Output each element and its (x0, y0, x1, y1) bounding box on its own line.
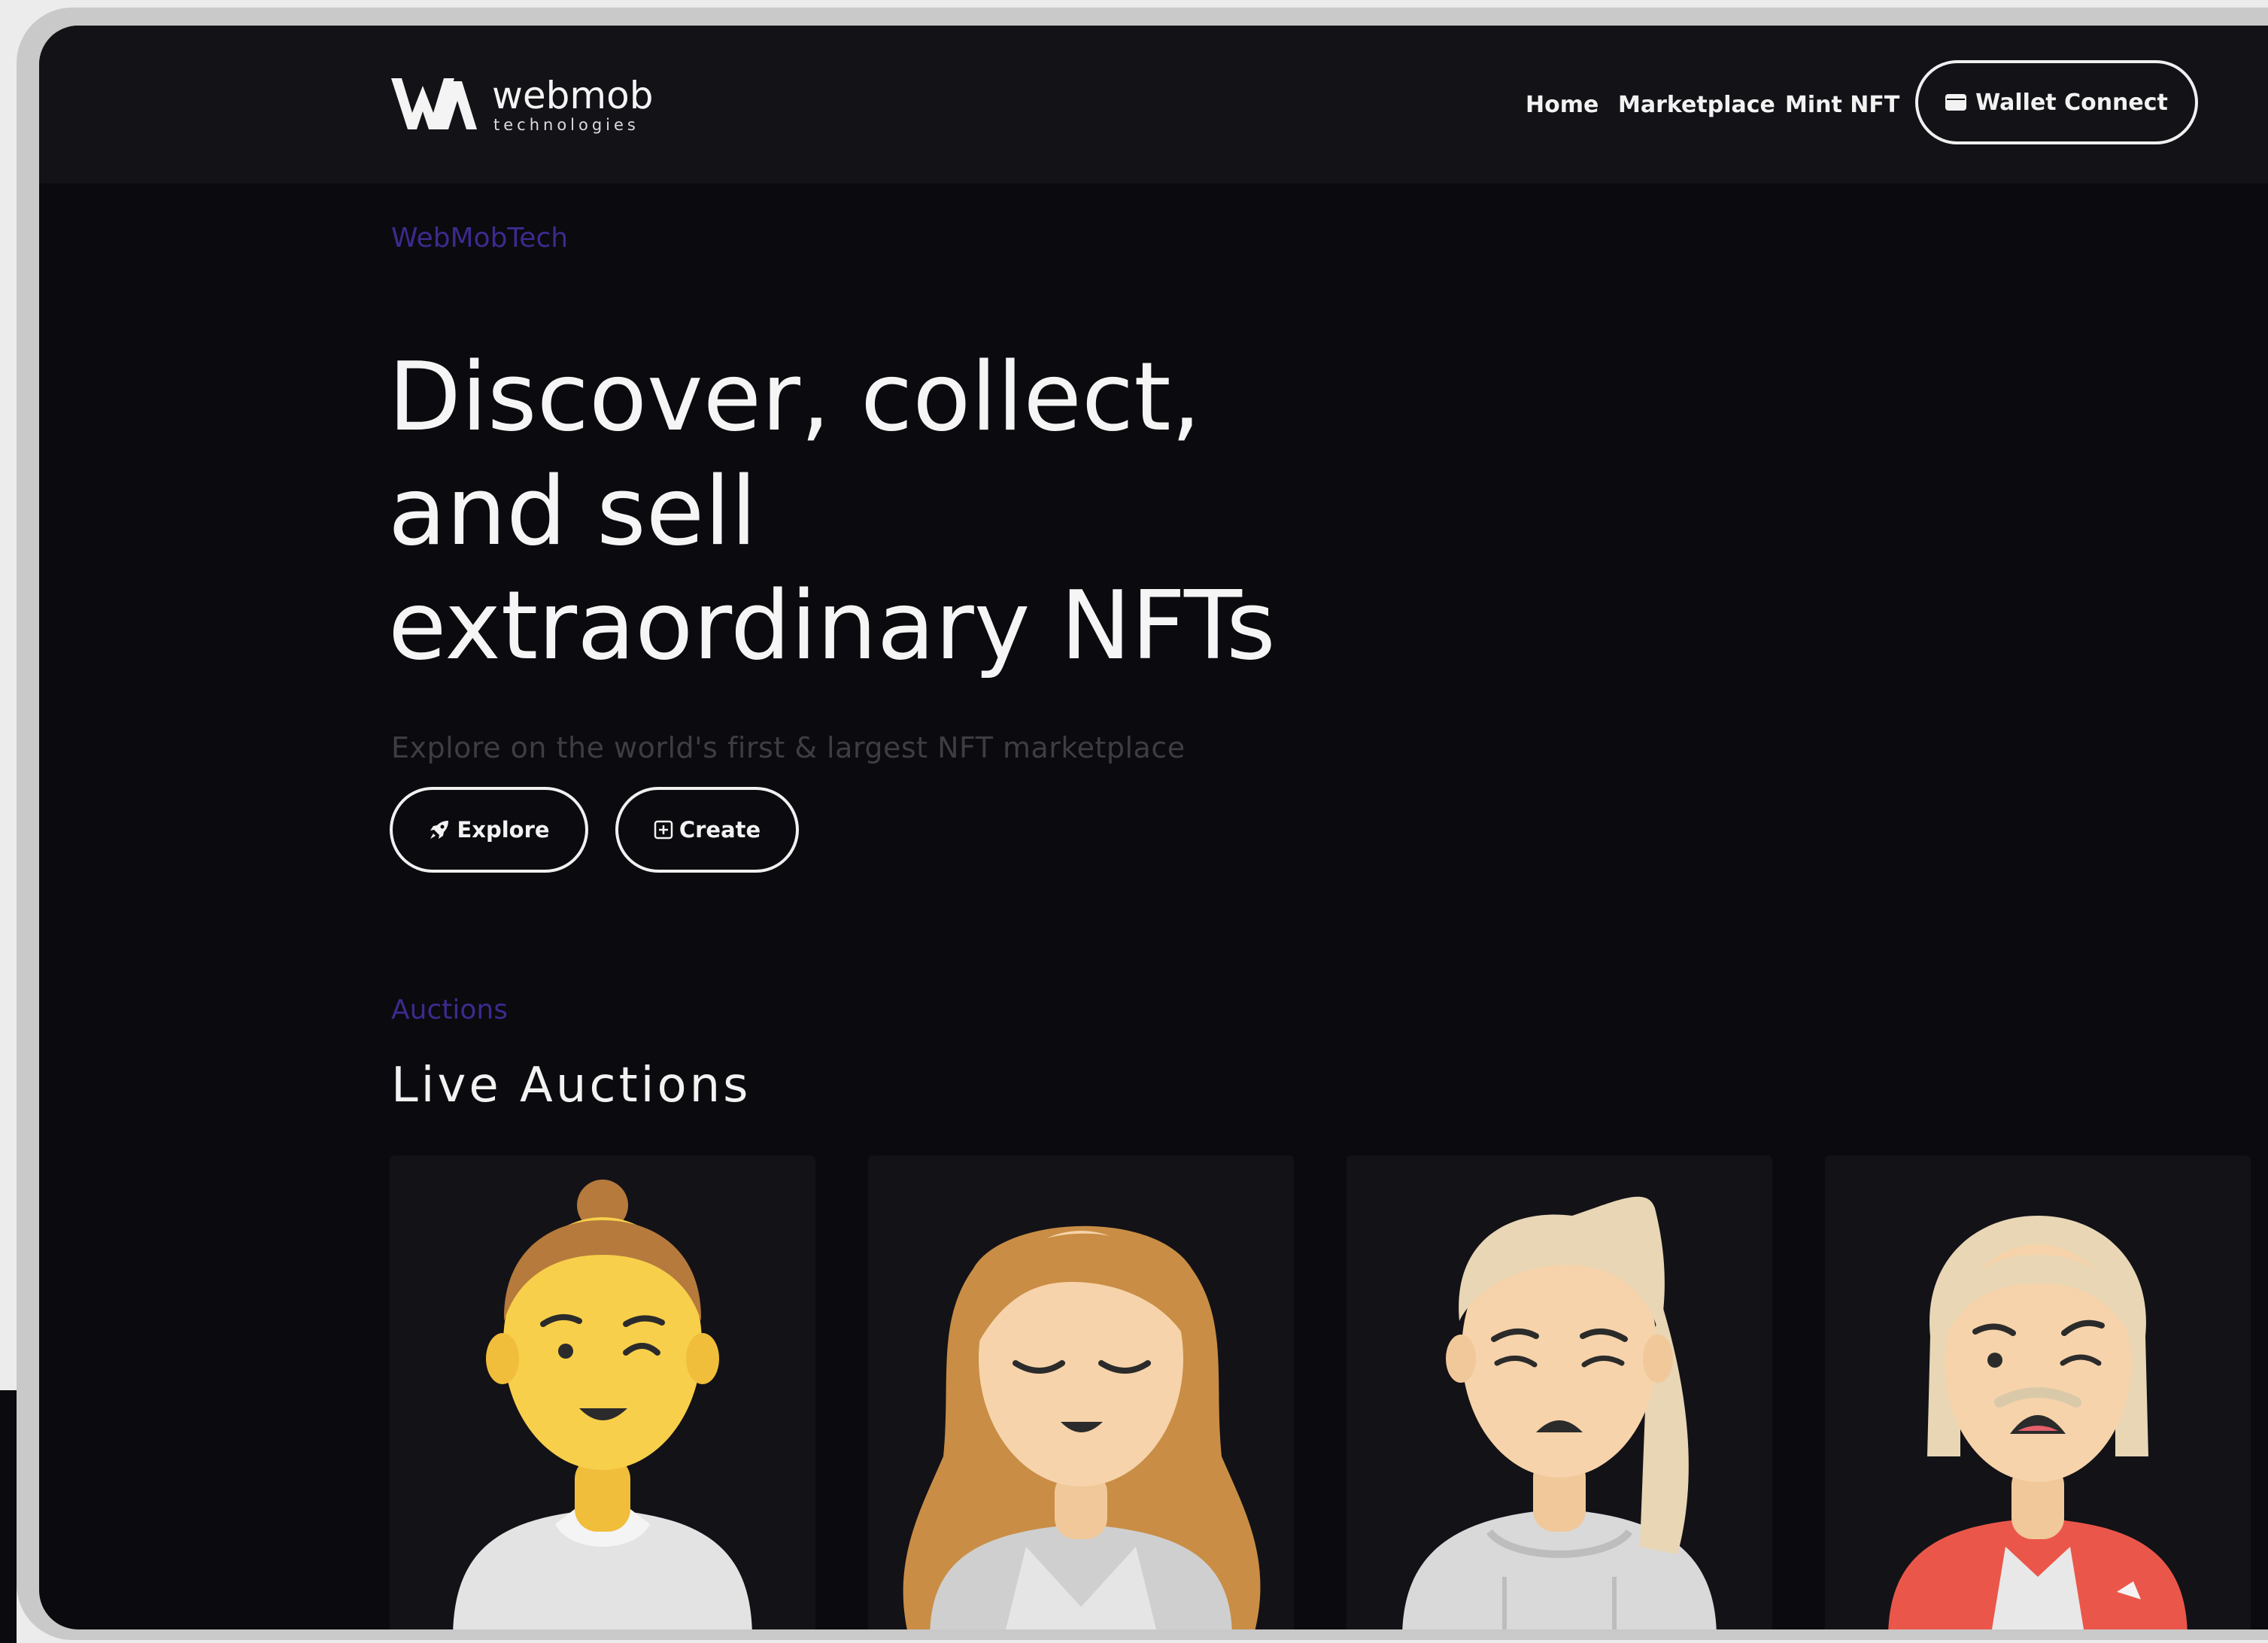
auction-card[interactable] (1825, 1156, 2251, 1629)
auctions-eyebrow: Auctions (391, 995, 508, 1025)
webmob-logo-icon (391, 78, 477, 129)
hero-title: Discover, collect, and sell extraordinar… (388, 340, 1441, 683)
explore-button[interactable]: Explore (390, 787, 588, 873)
wallet-icon (1945, 94, 1967, 111)
hero-title-line-2: and sell (388, 456, 758, 566)
explore-label: Explore (457, 817, 550, 843)
navbar: webmob technologies Home Marketplace Min… (39, 26, 2268, 184)
hero-subtitle: Explore on the world's first & largest N… (391, 731, 1186, 764)
nav-home-link[interactable]: Home (1526, 92, 1599, 118)
plus-square-icon (654, 820, 673, 840)
calm-avatar-icon (903, 1225, 1261, 1629)
winking-avatar-icon (453, 1180, 752, 1629)
brand-name: webmob (492, 74, 654, 117)
auction-card[interactable] (1347, 1156, 1772, 1629)
brand-logo[interactable]: webmob technologies (391, 71, 653, 138)
create-label: Create (679, 817, 761, 843)
brand-wordmark: webmob technologies (492, 75, 653, 134)
brand-tagline: technologies (493, 116, 639, 134)
hero-eyebrow: WebMobTech (391, 223, 569, 254)
live-auctions-title: Live Auctions (391, 1058, 751, 1113)
wallet-connect-label: Wallet Connect (1975, 89, 2168, 116)
create-button[interactable]: Create (615, 787, 799, 873)
wallet-connect-button[interactable]: Wallet Connect (1915, 60, 2198, 144)
auction-card[interactable] (390, 1156, 815, 1629)
hero-title-line-1: Discover, collect, (388, 342, 1201, 452)
worried-avatar-icon (1402, 1196, 1717, 1629)
nav-mint-nft-link[interactable]: Mint NFT (1785, 92, 1899, 118)
app-screen: webmob technologies Home Marketplace Min… (39, 26, 2268, 1629)
background-strip (0, 1390, 17, 1643)
rocket-icon (430, 821, 449, 839)
hero-title-line-3: extraordinary NFTs (388, 570, 1276, 681)
auction-card[interactable] (868, 1156, 1294, 1629)
nav-marketplace-link[interactable]: Marketplace (1618, 92, 1775, 118)
scared-avatar-icon (1888, 1216, 2188, 1629)
